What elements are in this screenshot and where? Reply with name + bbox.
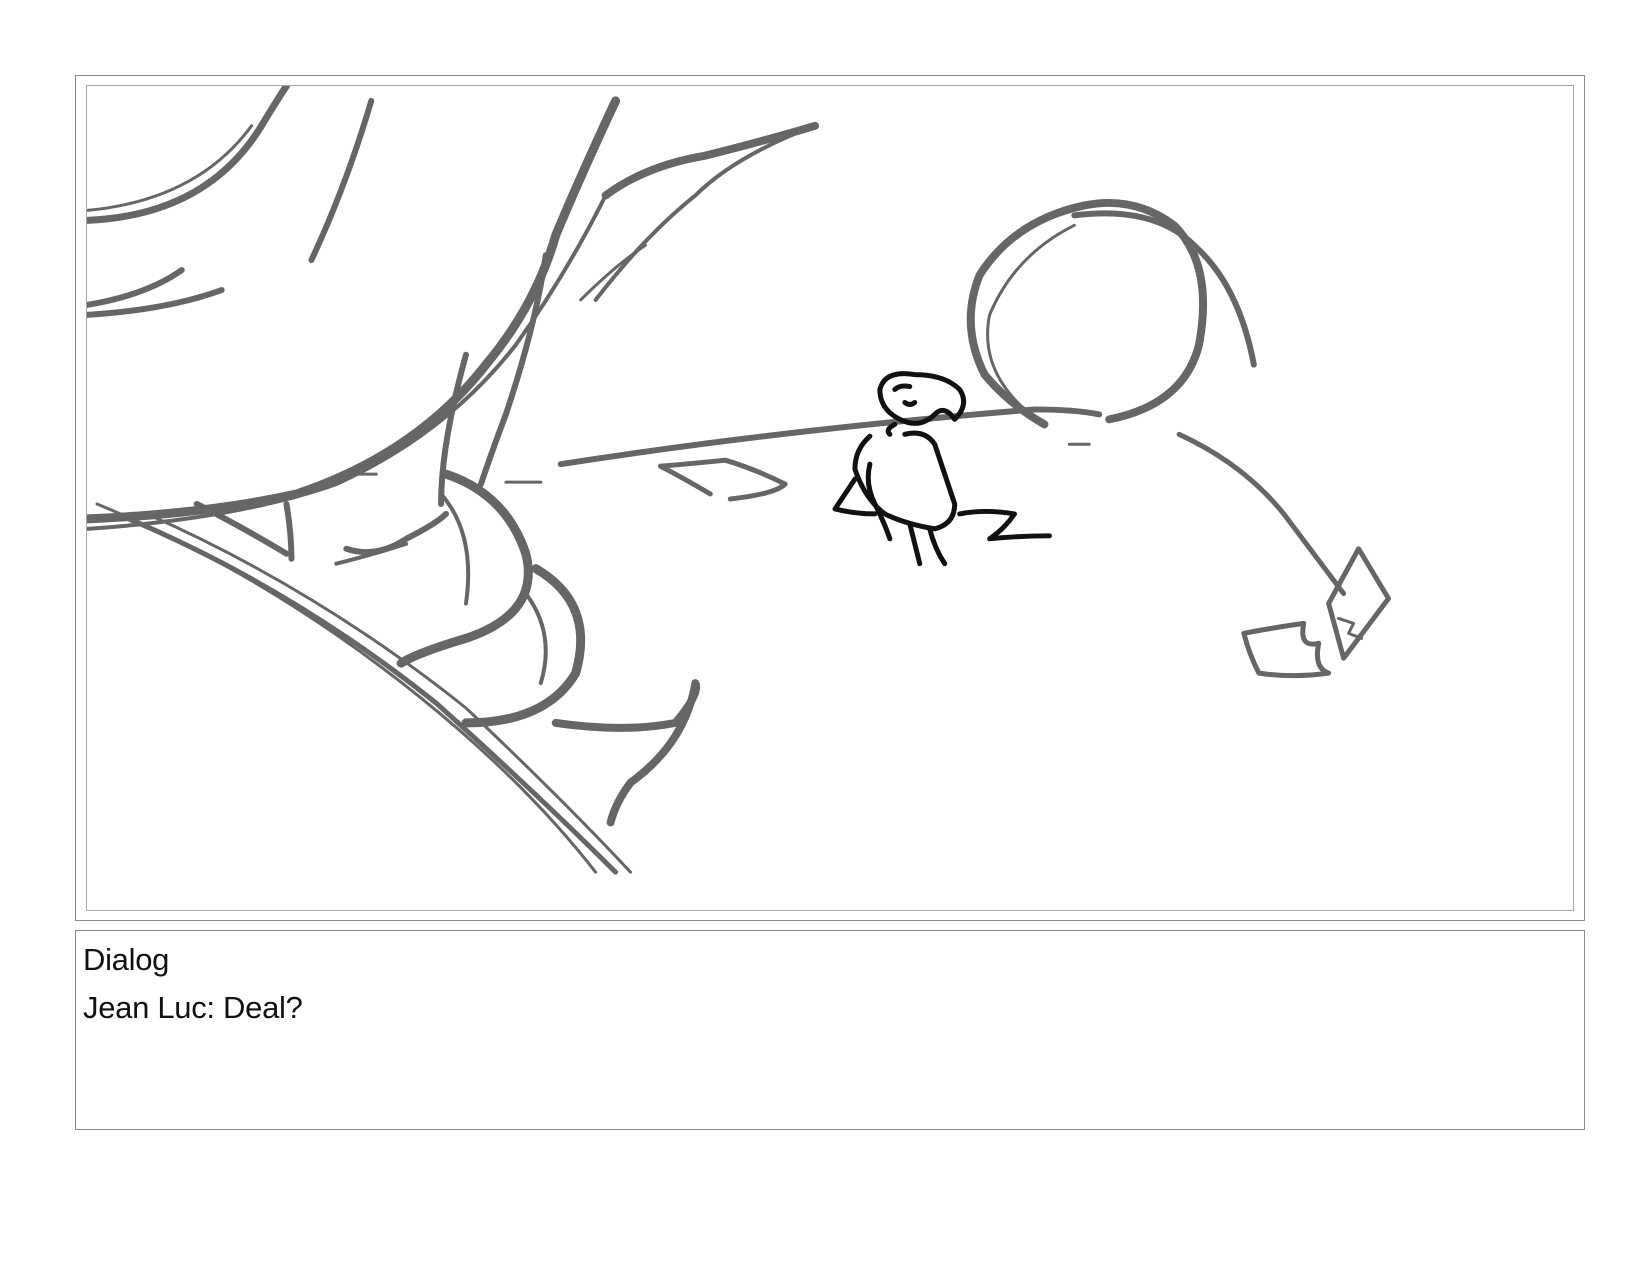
character-detail: [885, 383, 918, 437]
horizon-line: [557, 406, 1103, 468]
sketch-stroke: [439, 492, 471, 606]
flag-shape: [1241, 620, 1332, 679]
sketch-stroke: [523, 591, 548, 686]
sketch-stroke: [551, 679, 701, 827]
dialog-line: Jean Luc: Deal?: [83, 990, 303, 1025]
sketch-stroke: [87, 86, 290, 224]
dialog-box: Dialog Jean Luc: Deal?: [75, 930, 1585, 1130]
sketch-stroke: [396, 469, 533, 668]
sketch-stroke: [87, 267, 185, 308]
flag-shape: [1176, 431, 1347, 597]
character-tail: [957, 508, 1052, 542]
sketch-stroke: [87, 193, 608, 531]
circle-form: [1071, 210, 1257, 368]
storyboard-panel-frame: [75, 75, 1585, 921]
sketch-stroke: [601, 121, 820, 200]
rock-shape: [657, 457, 788, 502]
sketch-stroke: [308, 97, 375, 264]
character-arm: [865, 461, 893, 542]
sketch-stroke: [283, 500, 295, 562]
dialog-heading: Dialog: [83, 942, 170, 977]
sketch-stroke: [193, 500, 290, 557]
storyboard-panel: [86, 85, 1574, 911]
flag-shape: [1326, 546, 1391, 661]
character-head: [877, 371, 967, 426]
storyboard-sketch: [87, 86, 1391, 875]
sketch-stroke: [579, 243, 647, 302]
circle-form: [966, 199, 1208, 429]
